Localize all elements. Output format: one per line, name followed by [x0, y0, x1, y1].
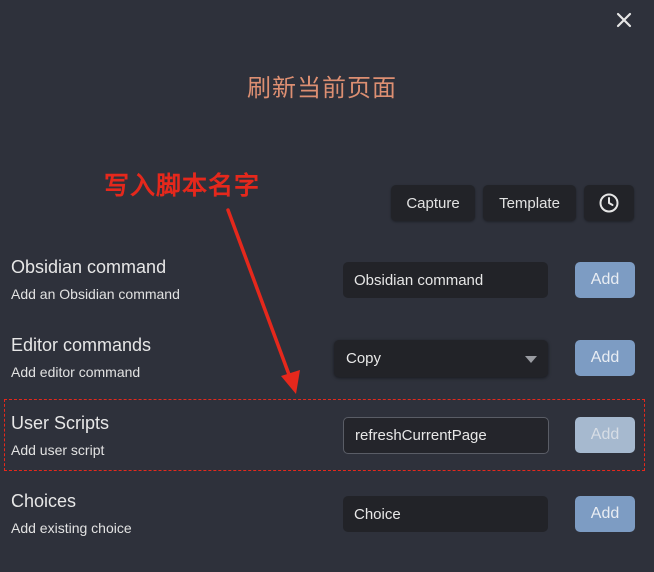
editor-command-select[interactable]: Copy [334, 340, 548, 377]
choices-description: Add existing choice [11, 520, 132, 536]
user-scripts-description: Add user script [11, 442, 105, 458]
chevron-down-icon [525, 356, 537, 363]
macro-builder-modal: 刷新当前页面 写入脚本名字 Capture Template Obsidian … [0, 0, 654, 572]
add-choice-button[interactable]: Add [575, 496, 635, 532]
close-icon [616, 12, 632, 28]
obsidian-command-input[interactable]: Obsidian command [343, 262, 548, 298]
capture-button[interactable]: Capture [391, 185, 475, 221]
editor-commands-description: Add editor command [11, 364, 141, 380]
add-user-script-button[interactable]: Add [575, 417, 635, 453]
history-button[interactable] [584, 185, 634, 221]
editor-command-selected: Copy [346, 350, 382, 367]
add-obsidian-command-button[interactable]: Add [575, 262, 635, 298]
annotation-text: 写入脚本名字 [104, 172, 261, 200]
user-scripts-title: User Scripts [11, 413, 110, 433]
choice-input[interactable]: Choice [343, 496, 548, 532]
clock-icon [599, 193, 619, 213]
user-script-input[interactable]: refreshCurrentPage [343, 417, 549, 454]
template-button[interactable]: Template [483, 185, 576, 221]
close-button[interactable] [612, 8, 636, 32]
obsidian-command-title: Obsidian command [11, 257, 167, 277]
modal-title[interactable]: 刷新当前页面 [0, 68, 644, 103]
add-editor-command-button[interactable]: Add [575, 340, 635, 376]
editor-commands-title: Editor commands [11, 335, 152, 355]
obsidian-command-description: Add an Obsidian command [11, 286, 180, 302]
choices-title: Choices [11, 491, 77, 511]
